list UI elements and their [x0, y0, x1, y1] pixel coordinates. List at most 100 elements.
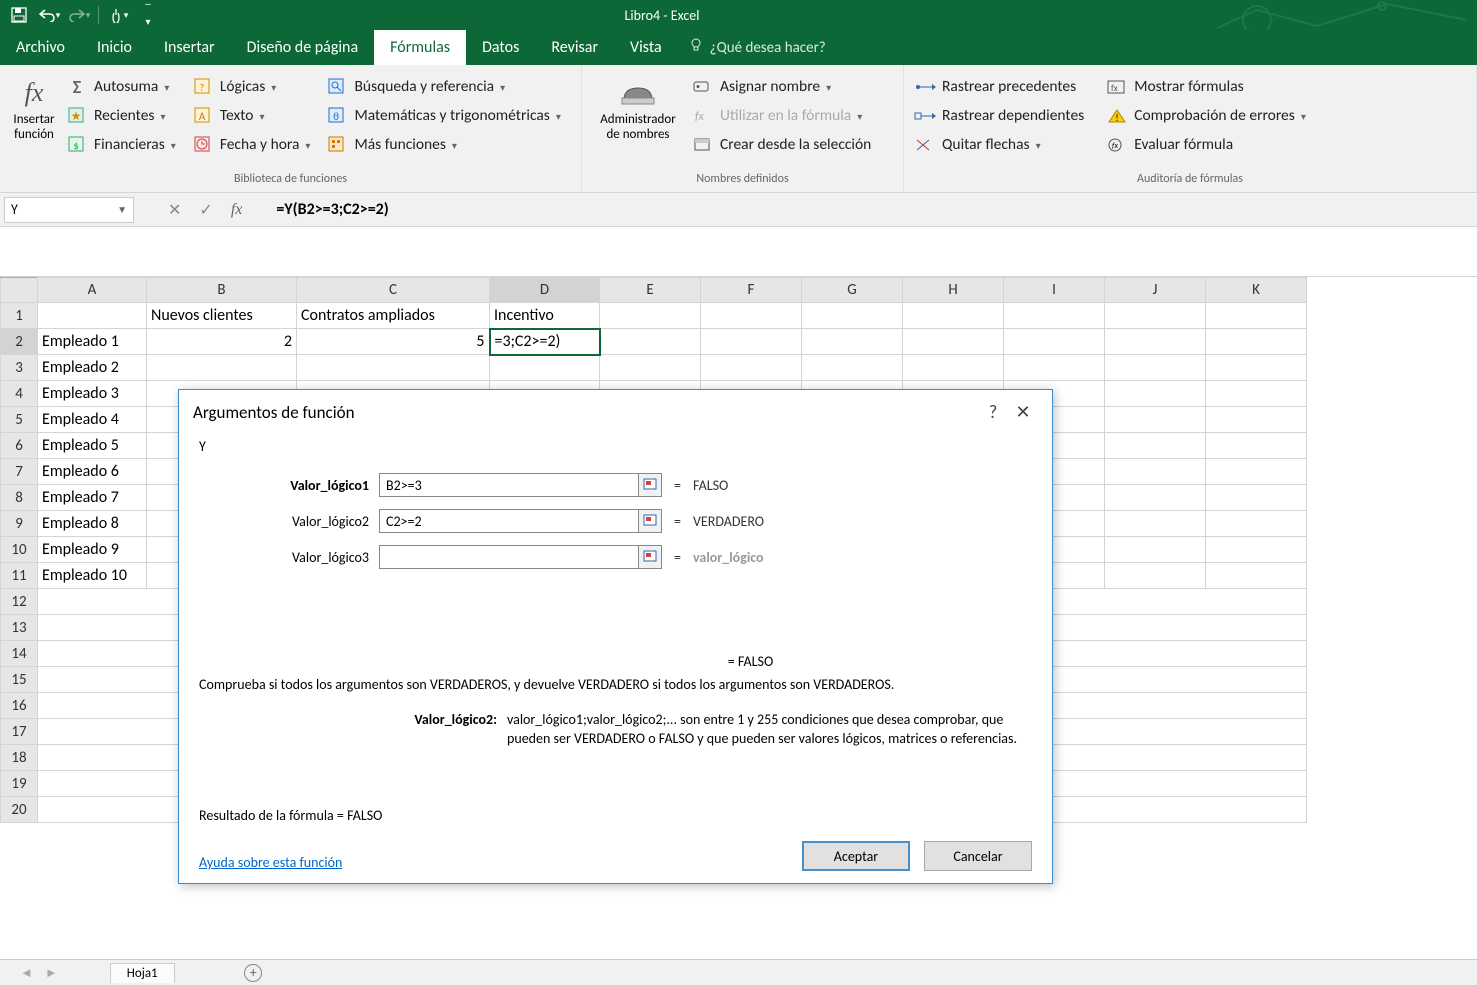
- sheet-nav-next-icon[interactable]: ►: [41, 965, 62, 981]
- name-manager-button[interactable]: Administradorde nombres: [588, 73, 688, 165]
- undo-icon[interactable]: ▾: [36, 2, 62, 28]
- cell[interactable]: [38, 303, 147, 329]
- more-functions-button[interactable]: Más funciones: [322, 131, 564, 158]
- dialog-title: Argumentos de función: [193, 402, 355, 423]
- col-header[interactable]: J: [1105, 278, 1206, 303]
- insert-function-button[interactable]: fx Insertarfunción: [6, 73, 62, 165]
- cell[interactable]: Empleado 1: [38, 329, 147, 355]
- group-library-label: Biblioteca de funciones: [6, 170, 575, 190]
- sheet-tab[interactable]: Hoja1: [110, 963, 175, 983]
- arg3-input[interactable]: [379, 545, 639, 569]
- cancel-formula-icon[interactable]: ✕: [168, 200, 181, 220]
- cell[interactable]: Incentivo: [490, 303, 600, 329]
- cancel-button[interactable]: Cancelar: [924, 841, 1032, 871]
- col-header[interactable]: K: [1206, 278, 1307, 303]
- col-header[interactable]: E: [600, 278, 701, 303]
- dialog-help-icon[interactable]: ?: [978, 401, 1008, 423]
- recent-functions-button[interactable]: ★Recientes: [62, 102, 180, 129]
- trace-precedents-button[interactable]: Rastrear precedentes: [910, 73, 1088, 100]
- row-header[interactable]: 2: [1, 329, 38, 355]
- col-header[interactable]: A: [38, 278, 147, 303]
- sheet-tab-bar: ◄ ► Hoja1 +: [0, 959, 1477, 985]
- financial-button[interactable]: $Financieras: [62, 131, 180, 158]
- formula-bar[interactable]: =Y(B2>=3;C2>=2): [276, 200, 388, 219]
- col-header[interactable]: H: [903, 278, 1004, 303]
- tab-review[interactable]: Revisar: [535, 30, 614, 65]
- help-link[interactable]: Ayuda sobre esta función: [199, 854, 342, 871]
- qat-customize-icon[interactable]: ‾▾: [135, 2, 161, 28]
- col-header[interactable]: G: [802, 278, 903, 303]
- redo-icon[interactable]: ▾: [66, 2, 92, 28]
- show-formulas-icon: fx: [1106, 76, 1128, 98]
- function-description: Comprueba si todos los argumentos son VE…: [199, 676, 1032, 693]
- quick-access-toolbar: ▾ ▾ ▾ ‾▾: [0, 2, 167, 28]
- text-button[interactable]: ATexto: [188, 102, 315, 129]
- cell[interactable]: 2: [147, 329, 297, 355]
- add-sheet-icon[interactable]: +: [244, 964, 262, 982]
- lookup-button[interactable]: Búsqueda y referencia: [322, 73, 564, 100]
- evaluate-formula-button[interactable]: fxEvaluar fórmula: [1102, 131, 1310, 158]
- tab-view[interactable]: Vista: [614, 30, 678, 65]
- col-header[interactable]: F: [701, 278, 802, 303]
- save-icon[interactable]: [6, 2, 32, 28]
- ok-button[interactable]: Aceptar: [802, 841, 910, 871]
- use-in-formula-button[interactable]: fxUtilizar en la fórmula: [688, 102, 875, 129]
- arg1-range-icon[interactable]: [638, 473, 662, 497]
- fx-small-icon: fx: [692, 105, 714, 127]
- col-header[interactable]: I: [1004, 278, 1105, 303]
- arg2-input[interactable]: [379, 509, 639, 533]
- cell[interactable]: Nuevos clientes: [147, 303, 297, 329]
- name-box[interactable]: Y▼: [4, 197, 134, 223]
- svg-text:θ: θ: [334, 110, 340, 123]
- dialog-close-icon[interactable]: ✕: [1008, 401, 1038, 423]
- datetime-button[interactable]: Fecha y hora: [188, 131, 315, 158]
- row-header[interactable]: 1: [1, 303, 38, 329]
- tab-formulas[interactable]: Fórmulas: [374, 30, 466, 65]
- math-button[interactable]: θMatemáticas y trigonométricas: [322, 102, 564, 129]
- arg3-label: Valor_lógico3: [199, 549, 379, 566]
- arg2-range-icon[interactable]: [638, 509, 662, 533]
- select-all-corner[interactable]: [1, 278, 38, 303]
- col-header[interactable]: D: [490, 278, 600, 303]
- logical-button[interactable]: ?Lógicas: [188, 73, 315, 100]
- show-formulas-button[interactable]: fxMostrar fórmulas: [1102, 73, 1310, 100]
- tag-icon: [692, 76, 714, 98]
- tab-data[interactable]: Datos: [466, 30, 535, 65]
- tell-me-label: ¿Qué desea hacer?: [710, 39, 826, 57]
- remove-arrows-button[interactable]: Quitar flechas: [910, 131, 1088, 158]
- sheet-nav-prev-icon[interactable]: ◄: [16, 965, 37, 981]
- sheet-tab-hidden[interactable]: [173, 963, 225, 983]
- active-cell[interactable]: =3;C2>=2): [490, 329, 600, 355]
- title-decoration: [1157, 0, 1477, 30]
- autosum-button[interactable]: ΣAutosuma: [62, 73, 180, 100]
- trace-dependents-button[interactable]: Rastrear dependientes: [910, 102, 1088, 129]
- cell[interactable]: 5: [297, 329, 490, 355]
- touch-mode-icon[interactable]: ▾: [105, 2, 131, 28]
- create-from-selection-button[interactable]: Crear desde la selección: [688, 131, 875, 158]
- argdesc-text: valor_lógico1;valor_lógico2;... son entr…: [507, 711, 1032, 749]
- namebox-dropdown-icon[interactable]: ▼: [117, 203, 127, 216]
- col-header[interactable]: B: [147, 278, 297, 303]
- error-check-button[interactable]: !Comprobación de errores: [1102, 102, 1310, 129]
- enter-formula-icon[interactable]: ✓: [199, 200, 212, 220]
- formula-bar-row: Y▼ ✕ ✓ fx =Y(B2>=3;C2>=2): [0, 193, 1477, 227]
- tell-me-search[interactable]: ¿Qué desea hacer?: [688, 30, 826, 65]
- arg1-input[interactable]: [379, 473, 639, 497]
- fx-button-icon[interactable]: fx: [231, 201, 243, 219]
- group-names-label: Nombres definidos: [588, 170, 897, 190]
- tab-home[interactable]: Inicio: [81, 30, 148, 65]
- argdesc-label: Valor_lógico2:: [199, 711, 507, 749]
- tab-insert[interactable]: Insertar: [148, 30, 231, 65]
- cell[interactable]: Contratos ampliados: [297, 303, 490, 329]
- lookup-icon: [326, 76, 348, 98]
- tab-file[interactable]: Archivo: [0, 30, 81, 65]
- logical-icon: ?: [192, 76, 214, 98]
- text-icon: A: [192, 105, 214, 127]
- arg3-range-icon[interactable]: [638, 545, 662, 569]
- selection-icon: [692, 134, 714, 156]
- sigma-icon: Σ: [66, 76, 88, 98]
- arg3-result: valor_lógico: [693, 549, 764, 566]
- tab-pagelayout[interactable]: Diseño de página: [231, 30, 375, 65]
- assign-name-button[interactable]: Asignar nombre: [688, 73, 875, 100]
- col-header[interactable]: C: [297, 278, 490, 303]
